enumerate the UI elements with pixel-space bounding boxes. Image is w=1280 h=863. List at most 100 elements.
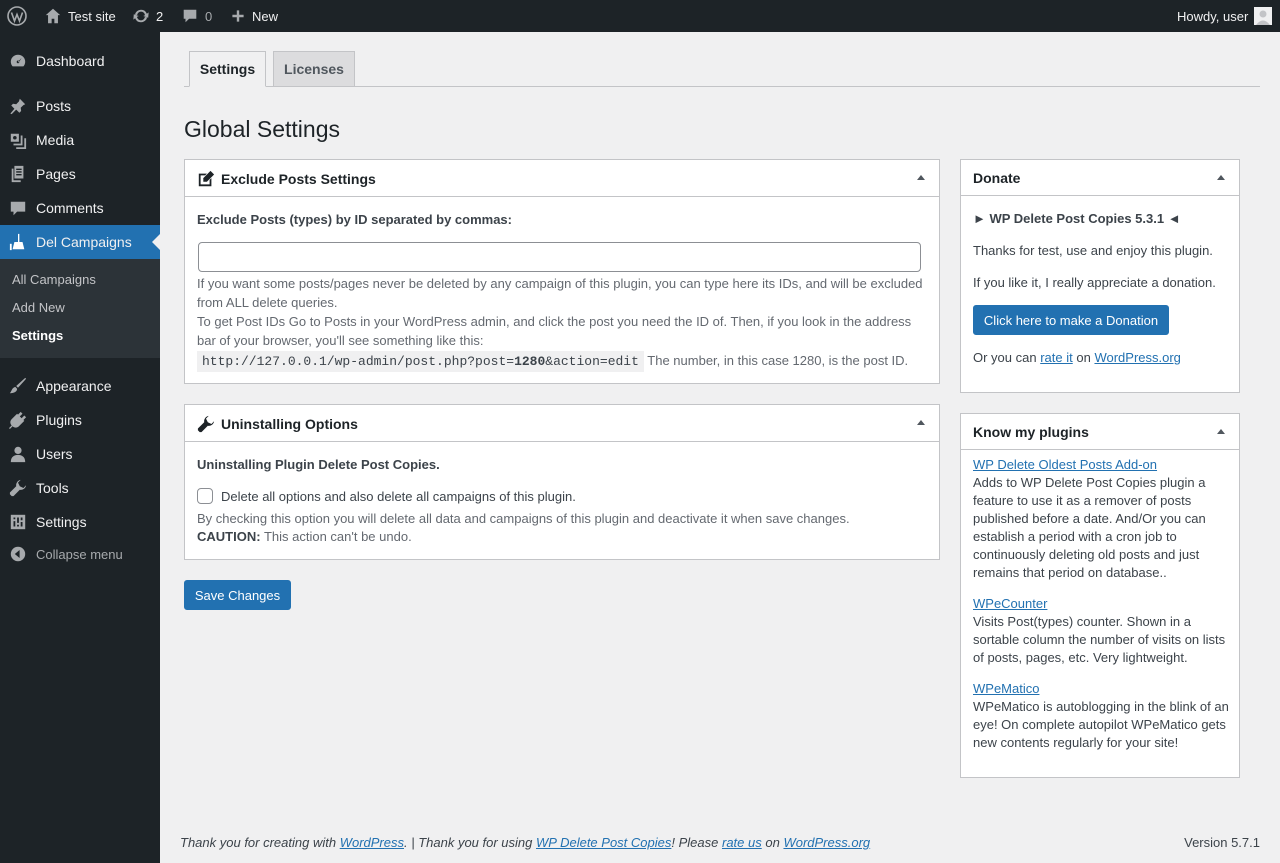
submenu-settings[interactable]: Settings xyxy=(12,328,63,343)
save-changes-button[interactable]: Save Changes xyxy=(184,580,291,610)
toggle-arrow-icon[interactable] xyxy=(1217,175,1225,180)
toggle-arrow-icon[interactable] xyxy=(1217,429,1225,434)
plugin-description: WPeMatico is autoblogging in the blink o… xyxy=(973,699,1229,750)
wordpress-logo-icon xyxy=(7,6,27,26)
donate-box: Donate ► WP Delete Post Copies 5.3.1 ◄ T… xyxy=(960,159,1240,393)
sidebar-item-label: Users xyxy=(36,446,73,462)
sidebar-item-comments[interactable]: Comments xyxy=(0,191,160,225)
rate-line: Or you can rate it on WordPress.org xyxy=(973,348,1181,367)
comment-icon xyxy=(183,9,197,23)
footer-text: on xyxy=(765,835,780,850)
sidebar-item-posts[interactable]: Posts xyxy=(0,89,160,123)
admin-sidebar: Dashboard Posts Media Pages Comments Del… xyxy=(0,32,160,863)
submenu-all-campaigns[interactable]: All Campaigns xyxy=(12,272,96,287)
comments-count: 0 xyxy=(205,8,213,24)
sidebar-item-label: Settings xyxy=(36,514,87,530)
sidebar-item-label: Pages xyxy=(36,166,76,182)
url-example-line: http://127.0.0.1/wp-admin/post.php?post=… xyxy=(197,351,932,372)
exclude-posts-input[interactable] xyxy=(198,242,921,272)
pages-icon xyxy=(11,165,24,183)
footer-text: ! Please xyxy=(671,835,719,850)
comments-icon xyxy=(10,201,26,216)
uninstall-options-header[interactable]: Uninstalling Options xyxy=(185,405,939,442)
sidebar-item-appearance[interactable]: Appearance xyxy=(0,369,160,403)
sidebar-item-pages[interactable]: Pages xyxy=(0,157,160,191)
footer-wordpress-org-link[interactable]: WordPress.org xyxy=(783,835,870,850)
sidebar-item-users[interactable]: Users xyxy=(0,437,160,471)
new-content-link[interactable]: New xyxy=(230,0,278,32)
pin-icon xyxy=(10,98,26,115)
settings-icon xyxy=(10,514,26,530)
caution-label: CAUTION: xyxy=(197,529,261,544)
plugin-description: Adds to WP Delete Post Copies plugin a f… xyxy=(973,475,1206,580)
rate-prefix: Or you can xyxy=(973,350,1037,365)
wordpress-logo-button[interactable] xyxy=(7,0,27,32)
footer-thankyou: Thank you for creating with WordPress. |… xyxy=(180,835,870,850)
plus-icon xyxy=(232,10,244,22)
footer-plugin-link[interactable]: WP Delete Post Copies xyxy=(536,835,671,850)
tab-licenses[interactable]: Licenses xyxy=(273,51,355,87)
plugin-link[interactable]: WPeCounter xyxy=(973,596,1047,611)
submenu-add-new[interactable]: Add New xyxy=(12,300,65,315)
footer-version: Version 5.7.1 xyxy=(1184,835,1260,850)
page-title: Global Settings xyxy=(184,116,340,142)
rate-on: on xyxy=(1076,350,1091,365)
collapse-menu-button[interactable]: Collapse menu xyxy=(0,542,160,566)
list-item: WPeMatico WPeMatico is autoblogging in t… xyxy=(973,680,1231,752)
rate-it-link[interactable]: rate it xyxy=(1040,350,1073,365)
footer-text: . | Thank you for using xyxy=(404,835,533,850)
know-my-plugins-box: Know my plugins WP Delete Oldest Posts A… xyxy=(960,413,1240,778)
help-paragraph-1: If you want some posts/pages never be de… xyxy=(197,276,923,310)
sidebar-item-label: Media xyxy=(36,132,75,148)
wrench-icon xyxy=(197,415,215,433)
plugin-list: WP Delete Oldest Posts Add-on Adds to WP… xyxy=(973,456,1231,752)
know-my-plugins-header[interactable]: Know my plugins xyxy=(961,414,1239,450)
exclude-posts-header[interactable]: Exclude Posts Settings xyxy=(185,160,939,197)
delete-all-checkbox[interactable] xyxy=(197,488,213,504)
sidebar-item-label: Posts xyxy=(36,98,72,114)
admin-bar: Test site 2 0 New Howdy, user xyxy=(0,0,1280,32)
new-label: New xyxy=(252,8,279,24)
sidebar-item-label: Plugins xyxy=(36,412,82,428)
donation-button[interactable]: Click here to make a Donation xyxy=(973,305,1169,335)
plugin-description: Visits Post(types) counter. Shown in a s… xyxy=(973,614,1226,665)
sidebar-item-media[interactable]: Media xyxy=(0,123,160,157)
donate-header[interactable]: Donate xyxy=(961,160,1239,196)
site-name-link[interactable]: Test site xyxy=(44,0,116,32)
help-paragraph-2: To get Post IDs Go to Posts in your Word… xyxy=(197,314,912,348)
plugin-link[interactable]: WP Delete Oldest Posts Add-on xyxy=(973,457,1157,472)
sidebar-item-settings[interactable]: Settings xyxy=(0,505,160,539)
updates-icon xyxy=(133,9,149,23)
wordpress-org-link[interactable]: WordPress.org xyxy=(1094,350,1180,365)
updates-link[interactable]: 2 xyxy=(132,0,163,32)
footer-text: Thank you for creating with xyxy=(180,835,337,850)
footer-wordpress-link[interactable]: WordPress xyxy=(340,835,404,850)
exclude-posts-title: Exclude Posts Settings xyxy=(221,171,376,187)
donate-title: Donate xyxy=(973,170,1021,186)
tab-settings[interactable]: Settings xyxy=(189,51,266,87)
footer-rate-link[interactable]: rate us xyxy=(722,835,762,850)
url-example: http://127.0.0.1/wp-admin/post.php?post=… xyxy=(197,351,644,372)
toggle-arrow-icon[interactable] xyxy=(917,175,925,180)
home-icon xyxy=(45,8,61,24)
my-account-link[interactable]: Howdy, user xyxy=(1177,0,1273,32)
broom-icon xyxy=(9,233,25,251)
collapse-icon xyxy=(10,546,26,562)
plugin-link[interactable]: WPeMatico xyxy=(973,681,1039,696)
dashboard-icon xyxy=(10,54,26,67)
sidebar-item-del-campaigns[interactable]: Del Campaigns xyxy=(0,225,160,259)
comments-link[interactable]: 0 xyxy=(181,0,212,32)
exclude-posts-label: Exclude Posts (types) by ID separated by… xyxy=(197,212,512,227)
exclude-help-text: If you want some posts/pages never be de… xyxy=(197,274,932,372)
user-icon xyxy=(10,446,26,463)
list-item: WPeCounter Visits Post(types) counter. S… xyxy=(973,595,1231,667)
sidebar-item-tools[interactable]: Tools xyxy=(0,471,160,505)
toggle-arrow-icon[interactable] xyxy=(917,420,925,425)
caution-text: This action can't be undo. xyxy=(263,529,412,544)
sidebar-item-dashboard[interactable]: Dashboard xyxy=(0,44,160,78)
sidebar-item-label: Del Campaigns xyxy=(36,234,132,250)
delete-all-label: Delete all options and also delete all c… xyxy=(221,489,576,504)
thanks-text: Thanks for test, use and enjoy this plug… xyxy=(973,243,1213,258)
sidebar-item-plugins[interactable]: Plugins xyxy=(0,403,160,437)
uninstall-options-title: Uninstalling Options xyxy=(221,416,358,432)
